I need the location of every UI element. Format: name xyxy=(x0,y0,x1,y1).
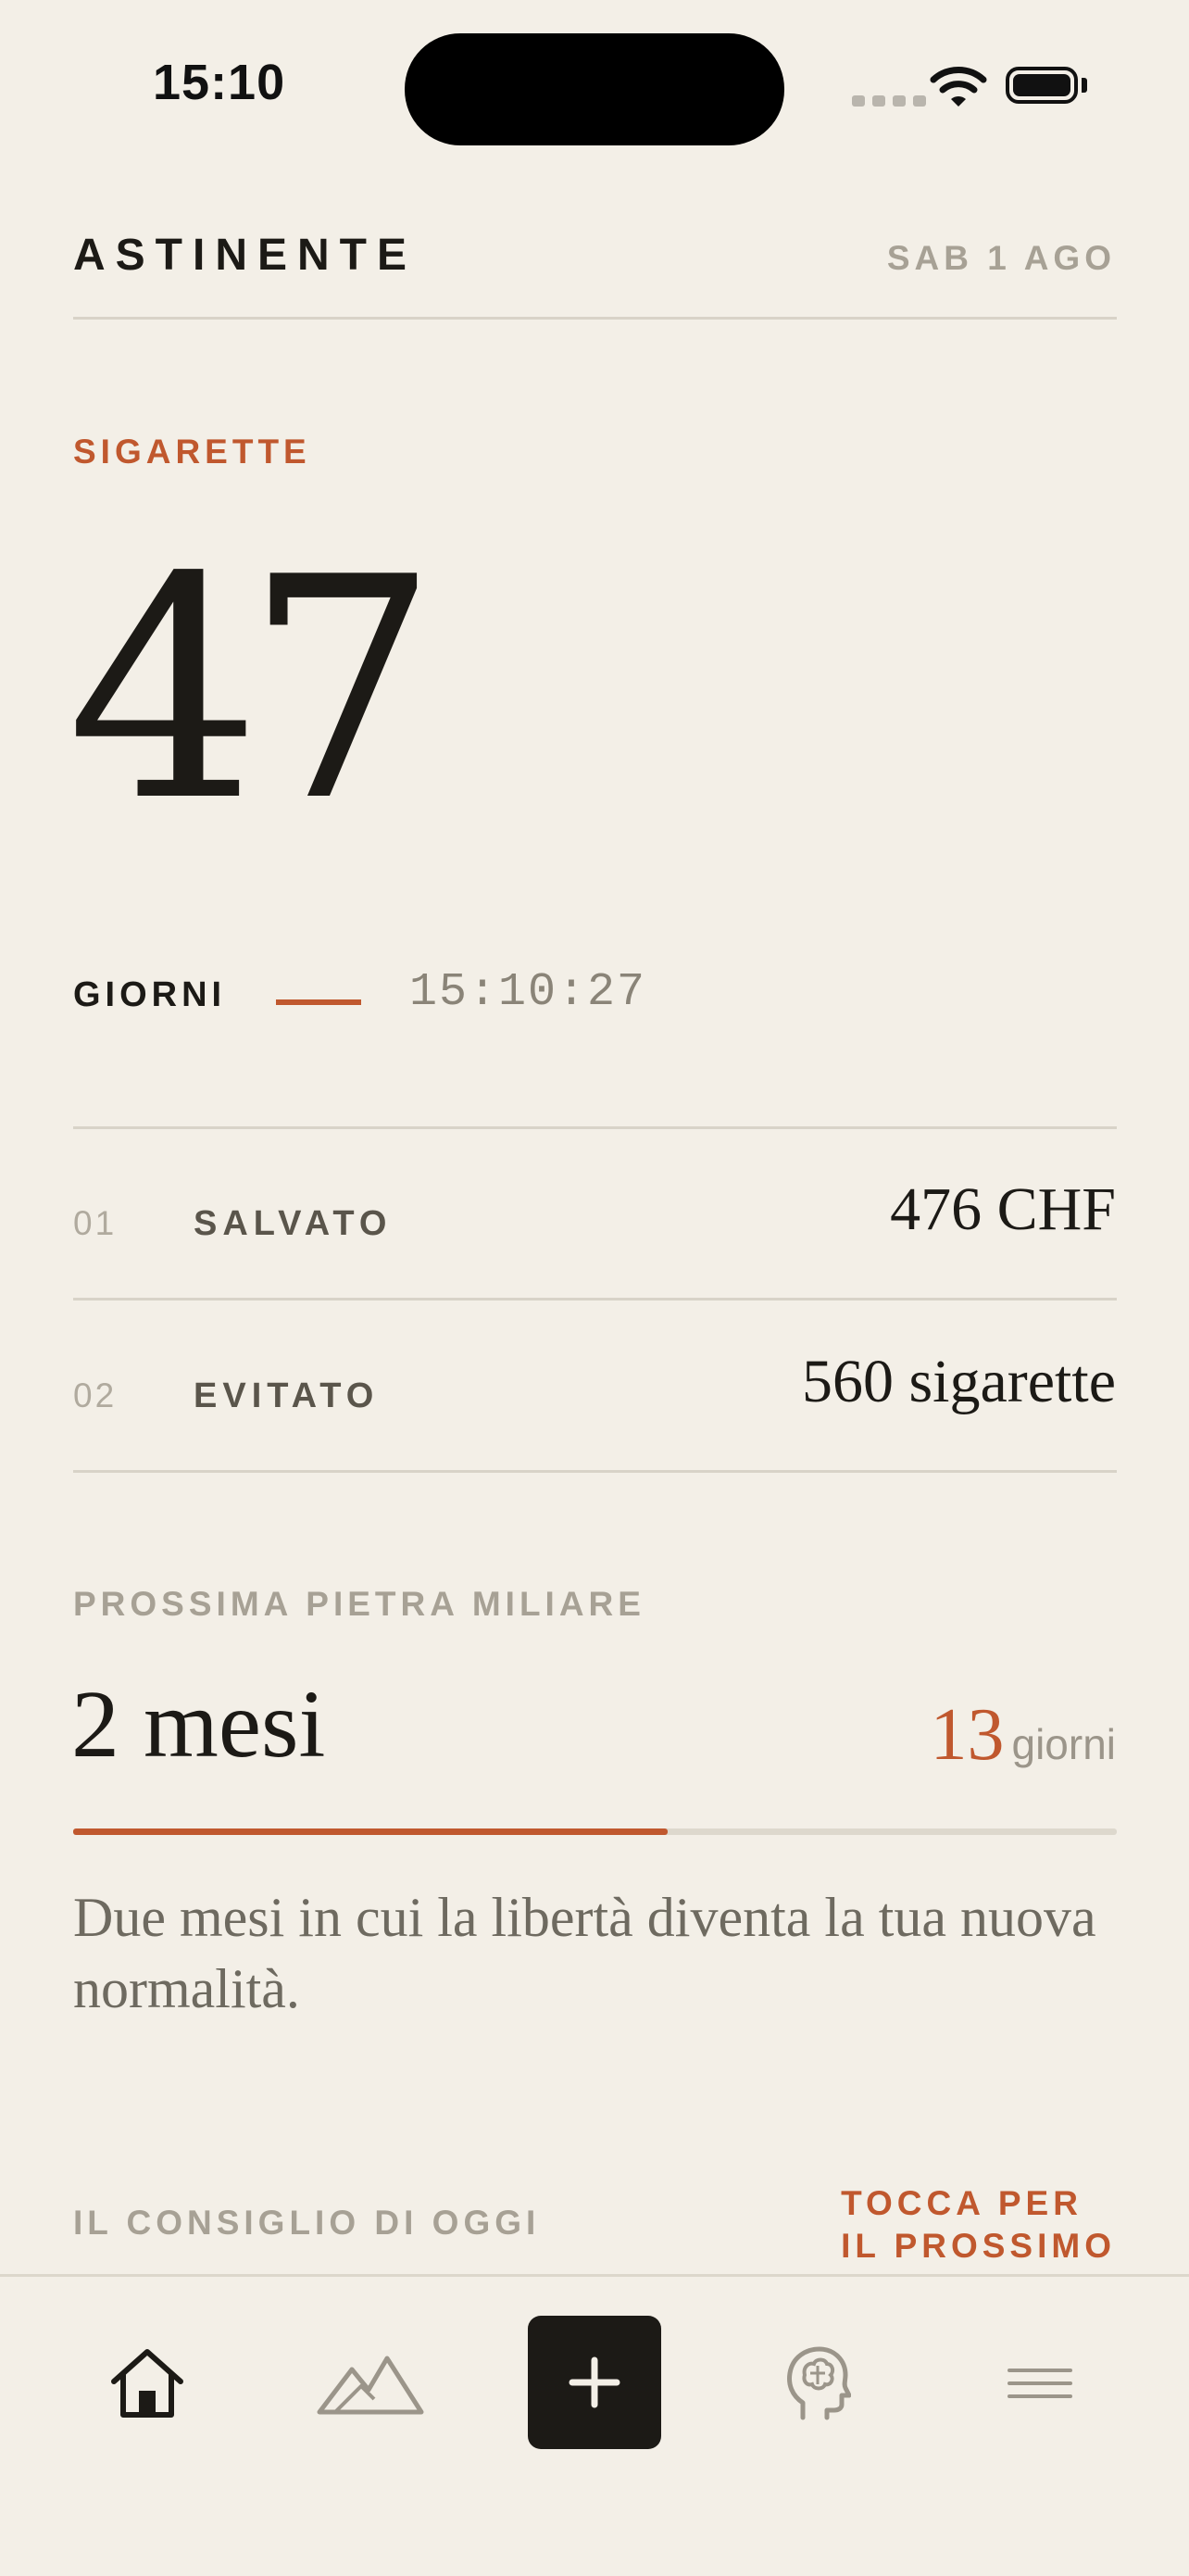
days-label: GIORNI xyxy=(73,975,227,1014)
tab-menu[interactable] xyxy=(970,2314,1109,2453)
milestone-eyebrow: PROSSIMA PIETRA MILIARE xyxy=(73,1585,645,1623)
stat-value-saved: 476 CHF xyxy=(890,1175,1116,1243)
stats-divider-middle xyxy=(73,1298,1117,1301)
milestone-progress-bar xyxy=(73,1828,1117,1835)
battery-icon xyxy=(1006,67,1078,104)
app-title: ASTINENTE xyxy=(73,231,418,280)
stat-index-saved: 01 xyxy=(73,1204,118,1242)
habit-category[interactable]: SIGARETTE xyxy=(73,433,311,471)
header-divider xyxy=(73,317,1117,320)
days-separator xyxy=(276,999,361,1005)
current-date: SAB 1 AGO xyxy=(886,239,1116,277)
wifi-icon xyxy=(930,65,987,114)
elapsed-clock: 15:10:27 xyxy=(409,966,647,1019)
stat-index-avoided: 02 xyxy=(73,1376,118,1414)
dynamic-island xyxy=(405,33,784,145)
milestone-progress-fill xyxy=(73,1828,669,1835)
add-button[interactable] xyxy=(528,2316,661,2449)
tab-mind[interactable] xyxy=(748,2314,887,2453)
home-icon xyxy=(111,2349,183,2418)
days-counter: 47 xyxy=(67,512,439,868)
milestone-description: Due mesi in cui la libertà diventa la tu… xyxy=(73,1887,1096,2019)
cellular-signal-icon xyxy=(852,95,926,107)
mountains-icon xyxy=(317,2356,424,2415)
tip-eyebrow: IL CONSIGLIO DI OGGI xyxy=(73,2204,541,2242)
status-time: 15:10 xyxy=(153,55,286,110)
milestone-remaining-value: 13 xyxy=(930,1694,1005,1776)
brain-head-icon xyxy=(787,2346,851,2420)
stats-divider-bottom xyxy=(73,1470,1117,1473)
stat-label-saved: SALVATO xyxy=(194,1204,393,1243)
menu-icon xyxy=(1008,2369,1072,2398)
stats-divider-top xyxy=(73,1126,1117,1129)
next-tip-line1: TOCCA PER xyxy=(841,2184,1083,2222)
tab-milestones[interactable] xyxy=(301,2314,440,2453)
tab-home[interactable] xyxy=(78,2314,217,2453)
tab-bar xyxy=(0,2274,1189,2576)
next-tip-button[interactable]: TOCCA PER IL PROSSIMO xyxy=(841,2182,1116,2268)
battery-tip xyxy=(1082,78,1087,93)
milestone-title: 2 mesi xyxy=(71,1671,326,1778)
milestone-remaining: 13 giorni xyxy=(930,1693,1116,1778)
plus-icon xyxy=(569,2356,620,2408)
next-tip-line2: IL PROSSIMO xyxy=(841,2227,1116,2265)
milestone-remaining-unit: giorni xyxy=(1011,1720,1116,1768)
stat-label-avoided: EVITATO xyxy=(194,1376,380,1415)
stat-value-avoided: 560 sigarette xyxy=(801,1348,1116,1415)
